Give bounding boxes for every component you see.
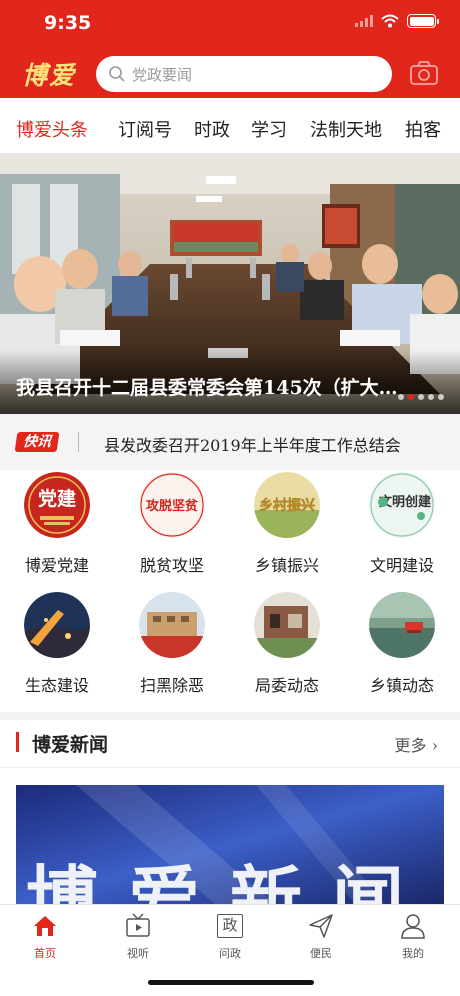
bureau-news-icon [254, 592, 320, 658]
township-news-icon [369, 592, 435, 658]
grid-label: 乡镇动态 [369, 676, 434, 695]
hero-carousel[interactable]: 我县召开十二届县委常委会第145次（扩大… [0, 154, 460, 414]
tabbar-label: 首页 [34, 947, 56, 960]
tabbar-convenience[interactable]: 便民 [291, 911, 351, 961]
flash-news-text[interactable]: 县发改委召开2019年上半年度工作总结会 [104, 432, 401, 456]
person-icon [401, 914, 425, 939]
poverty-alleviation-icon: 攻脱坚贫 [139, 472, 205, 538]
grid-item-township-news[interactable]: 乡镇动态 [352, 592, 452, 696]
civilization-icon: 文明创建 [369, 472, 435, 538]
more-label: 更多 [394, 736, 427, 755]
grid-item-anti-crime[interactable]: 扫黑除恶 [122, 592, 222, 696]
poverty-icon-text: 攻脱坚贫 [146, 498, 199, 514]
tabbar-label: 我的 [402, 947, 424, 960]
party-building-icon-text: 党建 [38, 487, 76, 510]
home-icon [34, 916, 56, 936]
send-icon [309, 914, 333, 938]
search-icon [109, 66, 125, 82]
news-banner[interactable]: 博爱新闻 [16, 785, 444, 905]
app-logo: 博爱 [22, 61, 77, 90]
grid-item-civilization[interactable]: 文明创建 文明建设 [352, 472, 452, 576]
tab-legal[interactable]: 法制天地 [310, 116, 382, 142]
search-bar[interactable]: 党政要闻 [96, 56, 392, 92]
tabbar-label: 便民 [310, 947, 332, 960]
grid-item-bureau-news[interactable]: 局委动态 [237, 592, 337, 696]
section-accent-bar [16, 732, 19, 752]
tabbar-label: 视听 [127, 947, 149, 960]
tab-reporter[interactable]: 拍客 [405, 116, 441, 142]
chevron-right-icon: › [431, 736, 438, 755]
grid-label: 乡镇振兴 [254, 556, 319, 575]
cellular-signal-icon [355, 15, 373, 27]
carousel-indicator [398, 394, 444, 400]
wifi-icon [381, 14, 399, 28]
battery-icon [407, 14, 439, 28]
flash-news-tag: 快讯 [14, 432, 60, 452]
tabbar-inquiry[interactable]: 政 问政 [200, 911, 260, 961]
grid-label: 文明建设 [369, 556, 434, 575]
grid-label: 脱贫攻坚 [139, 556, 204, 575]
flash-news-bar[interactable]: 快讯 县发改委召开2019年上半年度工作总结会 [0, 414, 460, 470]
tab-study[interactable]: 学习 [251, 116, 287, 142]
flash-divider [78, 432, 79, 452]
rural-revitalization-icon: 乡村振兴 [254, 472, 320, 538]
app-header: 9:35 博爱 党政要闻 [0, 0, 460, 98]
tabbar-label: 问政 [219, 947, 241, 960]
tv-icon [126, 913, 150, 937]
rural-icon-text: 乡村振兴 [259, 497, 315, 514]
banner-text: 博爱新闻 [26, 857, 434, 905]
home-indicator [148, 980, 314, 985]
grid-label: 局委动态 [254, 676, 319, 695]
zheng-icon: 政 [217, 914, 243, 938]
ecology-icon [24, 592, 90, 658]
news-section-title: 博爱新闻 [32, 734, 109, 756]
hero-caption: 我县召开十二届县委常委会第145次（扩大… [16, 377, 398, 399]
grid-label: 扫黑除恶 [139, 676, 204, 695]
tabbar-profile[interactable]: 我的 [383, 911, 443, 961]
more-link[interactable]: 更多 › [394, 732, 438, 756]
status-time: 9:35 [44, 12, 92, 34]
section-divider [0, 712, 460, 720]
grid-item-ecology[interactable]: 生态建设 [7, 592, 107, 696]
party-building-icon: 党建 [24, 472, 90, 538]
search-placeholder: 党政要闻 [132, 65, 193, 84]
tab-politics[interactable]: 时政 [194, 116, 230, 142]
grid-item-poverty-alleviation[interactable]: 攻脱坚贫 脱贫攻坚 [122, 472, 222, 576]
tab-headline[interactable]: 博爱头条 [16, 116, 88, 142]
anti-crime-icon [139, 592, 205, 658]
news-section-header: 博爱新闻 更多 › [0, 720, 460, 768]
grid-label: 生态建设 [24, 676, 89, 695]
tab-subscriptions[interactable]: 订阅号 [118, 116, 172, 142]
camera-icon[interactable] [409, 60, 439, 86]
tabbar-audio-video[interactable]: 视听 [108, 911, 168, 961]
grid-item-party-building[interactable]: 党建 博爱党建 [7, 472, 107, 576]
grid-item-rural-revitalization[interactable]: 乡村振兴 乡镇振兴 [237, 472, 337, 576]
status-icons [355, 14, 439, 28]
category-tabs: 博爱头条 订阅号 时政 学习 法制天地 拍客 [0, 98, 460, 154]
grid-label: 博爱党建 [24, 556, 89, 575]
tabbar-home[interactable]: 首页 [15, 911, 75, 961]
